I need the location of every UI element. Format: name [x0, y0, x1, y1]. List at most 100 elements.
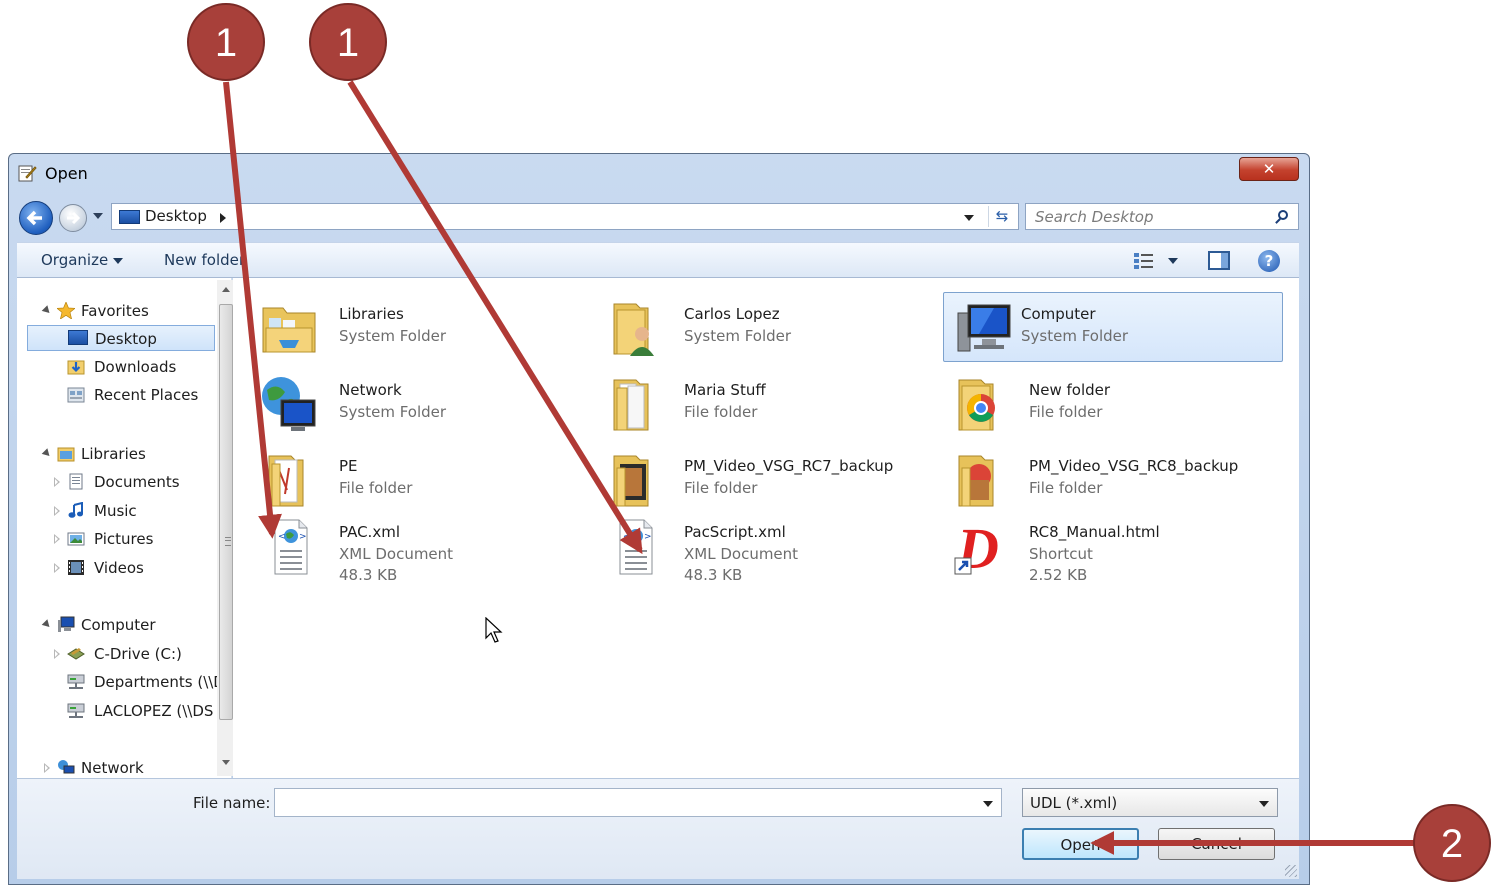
file-item-new-folder[interactable]: New folder File folder: [939, 368, 1279, 438]
expanded-triangle-icon[interactable]: [41, 619, 53, 630]
recent-locations-dropdown[interactable]: [93, 213, 103, 219]
file-type: XML Document: [339, 545, 454, 563]
step-badge-1a: 1: [187, 3, 265, 81]
file-item-pac-xml[interactable]: < > PAC.xml XML Document 48.3 KB: [249, 510, 589, 590]
step-badge-label: 1: [215, 21, 237, 65]
collapsed-triangle-icon[interactable]: [54, 534, 60, 544]
resize-grip-icon[interactable]: [1285, 865, 1297, 877]
nav-label-music: Music: [94, 502, 137, 520]
libraries-icon: [262, 307, 316, 353]
nav-departments[interactable]: Departments (\\D: [67, 669, 217, 695]
pictures-icon: [67, 532, 85, 546]
scroll-down-arrow-icon[interactable]: [222, 760, 230, 765]
change-view-icon[interactable]: [1133, 252, 1155, 270]
preview-pane-icon[interactable]: [1208, 251, 1230, 270]
desktop-icon: [68, 330, 88, 345]
nav-pictures[interactable]: Pictures: [54, 526, 217, 552]
address-row: Desktop ⇆ Search Desktop: [9, 198, 1309, 236]
file-type-dropdown-icon[interactable]: [1259, 801, 1269, 807]
file-name: PAC.xml: [339, 523, 400, 541]
network-drive-icon: [67, 674, 85, 689]
command-bar: Organize New folder ?: [17, 242, 1299, 278]
view-options-dropdown-icon[interactable]: [1168, 258, 1178, 264]
file-type-select[interactable]: UDL (*.xml): [1022, 788, 1278, 817]
libraries-icon: [57, 447, 75, 462]
organize-button[interactable]: Organize: [41, 251, 108, 269]
dialog-title: Open: [45, 164, 88, 183]
file-item-libraries[interactable]: Libraries System Folder: [249, 292, 589, 362]
scroll-up-arrow-icon[interactable]: [222, 287, 230, 292]
address-location[interactable]: Desktop: [145, 207, 207, 225]
file-item-network[interactable]: Network System Folder: [249, 368, 589, 438]
file-item-pe[interactable]: PE File folder: [249, 444, 589, 514]
recent-places-icon: [67, 387, 85, 403]
file-type-value: UDL (*.xml): [1030, 794, 1118, 812]
nav-recent-places[interactable]: Recent Places: [67, 382, 217, 408]
organize-dropdown-icon[interactable]: [113, 258, 123, 264]
file-item-rc8-manual[interactable]: D RC8_Manual.html Shortcut 2.52 KB: [939, 510, 1279, 590]
nav-label-downloads: Downloads: [94, 358, 177, 376]
music-icon: [68, 502, 83, 518]
help-icon[interactable]: ?: [1258, 250, 1280, 272]
nav-music[interactable]: Music: [54, 498, 217, 524]
downloads-folder-icon: [67, 360, 85, 375]
nav-libraries[interactable]: Libraries: [41, 441, 207, 467]
file-name-dropdown-icon[interactable]: [983, 801, 993, 807]
xml-document-icon: < >: [619, 519, 653, 575]
step-badge-1b: 1: [309, 3, 387, 81]
documents-icon: [69, 473, 83, 490]
scrollbar-thumb[interactable]: [219, 304, 233, 720]
collapsed-triangle-icon[interactable]: [54, 506, 60, 516]
collapsed-triangle-icon[interactable]: [54, 563, 60, 573]
file-item-computer[interactable]: Computer System Folder: [943, 292, 1283, 362]
nav-laclopez[interactable]: LACLOPEZ (\\DS: [67, 698, 217, 724]
file-item-pm-video-rc8-backup[interactable]: PM_Video_VSG_RC8_backup File folder: [939, 444, 1279, 514]
file-item-pacscript-xml[interactable]: < > PacScript.xml XML Document 48.3 KB: [594, 510, 934, 590]
shortcut-d-icon: D: [954, 516, 999, 576]
nav-desktop[interactable]: Desktop: [27, 325, 215, 351]
address-dropdown-button[interactable]: [964, 215, 974, 221]
nav-computer[interactable]: Computer: [41, 612, 207, 638]
file-type: System Folder: [684, 327, 792, 345]
nav-documents[interactable]: Documents: [54, 469, 217, 495]
back-button[interactable]: [19, 201, 53, 235]
computer-icon: [58, 616, 75, 632]
nav-label-departments: Departments (\\D: [94, 673, 217, 691]
title-bar: Open ✕: [9, 154, 1309, 192]
nav-downloads[interactable]: Downloads: [67, 354, 217, 380]
file-item-maria-stuff[interactable]: Maria Stuff File folder: [594, 368, 934, 438]
nav-c-drive[interactable]: C-Drive (C:): [54, 641, 217, 667]
new-folder-button[interactable]: New folder: [164, 251, 245, 269]
file-item-pm-video-rc7-backup[interactable]: PM_Video_VSG_RC7_backup File folder: [594, 444, 934, 514]
search-input[interactable]: Search Desktop: [1025, 203, 1299, 230]
nav-videos[interactable]: Videos: [54, 555, 217, 581]
breadcrumb-chevron-icon[interactable]: [220, 213, 226, 223]
refresh-button[interactable]: ⇆: [988, 206, 1015, 227]
file-name: Network: [339, 381, 402, 399]
expanded-triangle-icon[interactable]: [41, 305, 53, 316]
step-badge-label: 1: [337, 21, 359, 65]
network-icon: [58, 760, 75, 774]
search-icon[interactable]: [1278, 210, 1288, 220]
nav-favorites[interactable]: Favorites: [41, 298, 207, 324]
nav-label-laclopez: LACLOPEZ (\\DS: [94, 702, 214, 720]
expanded-triangle-icon[interactable]: [41, 448, 53, 459]
collapsed-triangle-icon[interactable]: [44, 763, 50, 773]
file-type: System Folder: [1021, 327, 1129, 345]
address-bar[interactable]: Desktop ⇆: [111, 203, 1019, 230]
forward-button[interactable]: [59, 204, 87, 232]
file-name: PM_Video_VSG_RC8_backup: [1029, 457, 1239, 475]
file-item-carlos-lopez[interactable]: Carlos Lopez System Folder: [594, 292, 934, 362]
folder-icon: [268, 455, 304, 507]
file-name: Libraries: [339, 305, 404, 323]
file-type: File folder: [684, 403, 758, 421]
collapsed-triangle-icon[interactable]: [54, 477, 60, 487]
file-name-input[interactable]: [274, 788, 1002, 817]
user-folder-icon: [613, 303, 654, 356]
cancel-button[interactable]: Cancel: [1158, 828, 1275, 860]
close-button[interactable]: ✕: [1239, 157, 1299, 181]
chrome-folder-icon: [958, 379, 995, 431]
open-button[interactable]: Open: [1022, 828, 1139, 860]
file-name: RC8_Manual.html: [1029, 523, 1160, 541]
collapsed-triangle-icon[interactable]: [54, 649, 60, 659]
